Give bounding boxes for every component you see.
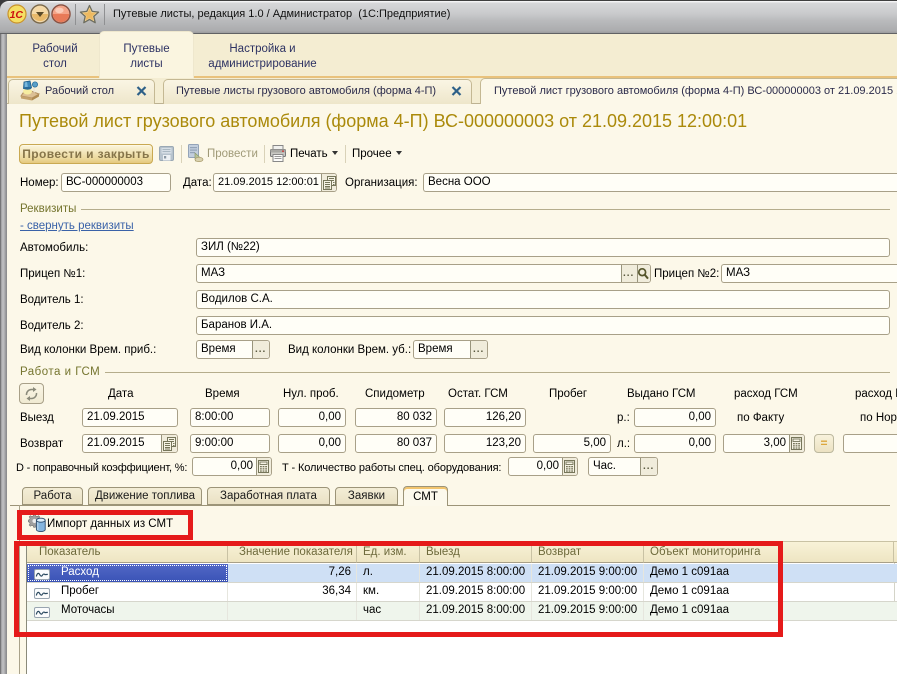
svg-text:1С: 1С — [10, 9, 24, 21]
